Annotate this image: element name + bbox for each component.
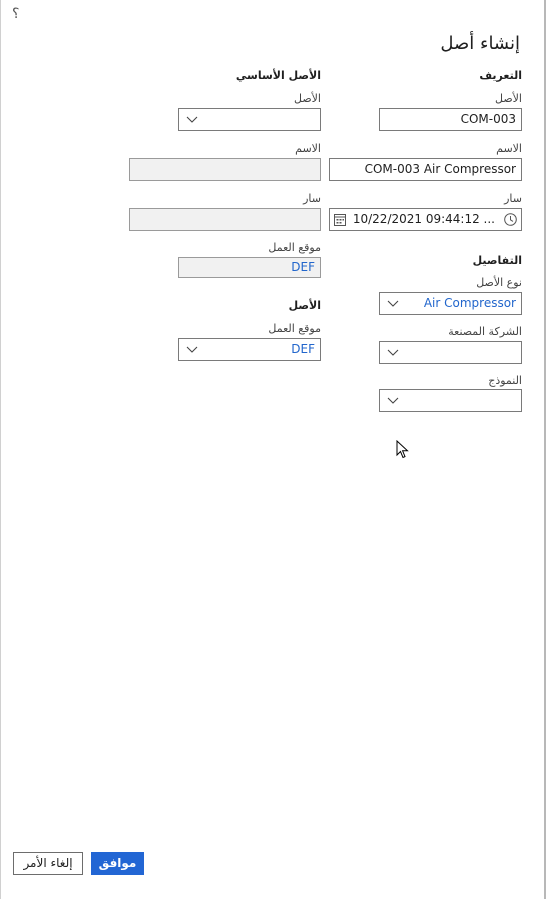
- asset-value: COM-003: [460, 112, 516, 126]
- asset-type-select[interactable]: Air Compressor: [379, 292, 522, 315]
- parent-name-field: [129, 158, 321, 181]
- model-select[interactable]: [379, 389, 522, 412]
- asset-input[interactable]: COM-003: [379, 108, 522, 131]
- asset-section-heading: الأصل: [288, 299, 321, 312]
- dialog-title: إنشاء أصل: [440, 33, 520, 54]
- cancel-button[interactable]: إلغاء الأمر: [13, 852, 83, 875]
- functional-location-value: DEF: [291, 342, 315, 356]
- name-value: COM-003 Air Compressor: [364, 162, 516, 176]
- parent-valid-field: [129, 208, 321, 231]
- parent-name-label: الاسم: [295, 142, 321, 155]
- parent-valid-label: سار: [303, 192, 321, 205]
- chevron-down-icon[interactable]: [386, 293, 400, 314]
- mouse-cursor-icon: [396, 440, 409, 459]
- name-input[interactable]: COM-003 Air Compressor: [329, 158, 522, 181]
- left-border: [0, 0, 1, 899]
- chevron-down-icon[interactable]: [386, 342, 400, 363]
- functional-location-label: موقع العمل: [268, 322, 321, 335]
- valid-datetime-value: 10/22/2021 09:44:12 ...: [352, 212, 495, 226]
- parent-asset-heading: الأصل الأساسي: [235, 69, 321, 82]
- valid-datetime-input[interactable]: 10/22/2021 09:44:12 ...: [329, 208, 522, 231]
- chevron-down-icon[interactable]: [185, 339, 199, 360]
- name-label: الاسم: [496, 142, 522, 155]
- calendar-icon[interactable]: [334, 213, 346, 226]
- identification-heading: التعريف: [479, 69, 522, 82]
- parent-functional-location-label: موقع العمل: [268, 241, 321, 254]
- chevron-down-icon[interactable]: [185, 109, 199, 130]
- parent-asset-select[interactable]: [178, 108, 321, 131]
- manufacturer-label: الشركة المصنعة: [448, 325, 522, 338]
- ok-button[interactable]: موافق: [91, 852, 144, 875]
- clock-icon[interactable]: [504, 213, 517, 226]
- help-icon[interactable]: ؟: [12, 6, 19, 22]
- asset-type-label: نوع الأصل: [476, 276, 522, 289]
- functional-location-select[interactable]: DEF: [178, 338, 321, 361]
- parent-functional-location-field: DEF: [178, 257, 321, 278]
- asset-label: الأصل: [494, 92, 522, 105]
- model-label: النموذج: [488, 374, 522, 387]
- details-heading: التفاصيل: [472, 254, 522, 267]
- parent-functional-location-value: DEF: [291, 260, 315, 274]
- chevron-down-icon[interactable]: [386, 390, 400, 411]
- parent-asset-label: الأصل: [293, 92, 321, 105]
- valid-label: سار: [504, 192, 522, 205]
- manufacturer-select[interactable]: [379, 341, 522, 364]
- asset-type-value: Air Compressor: [423, 296, 516, 310]
